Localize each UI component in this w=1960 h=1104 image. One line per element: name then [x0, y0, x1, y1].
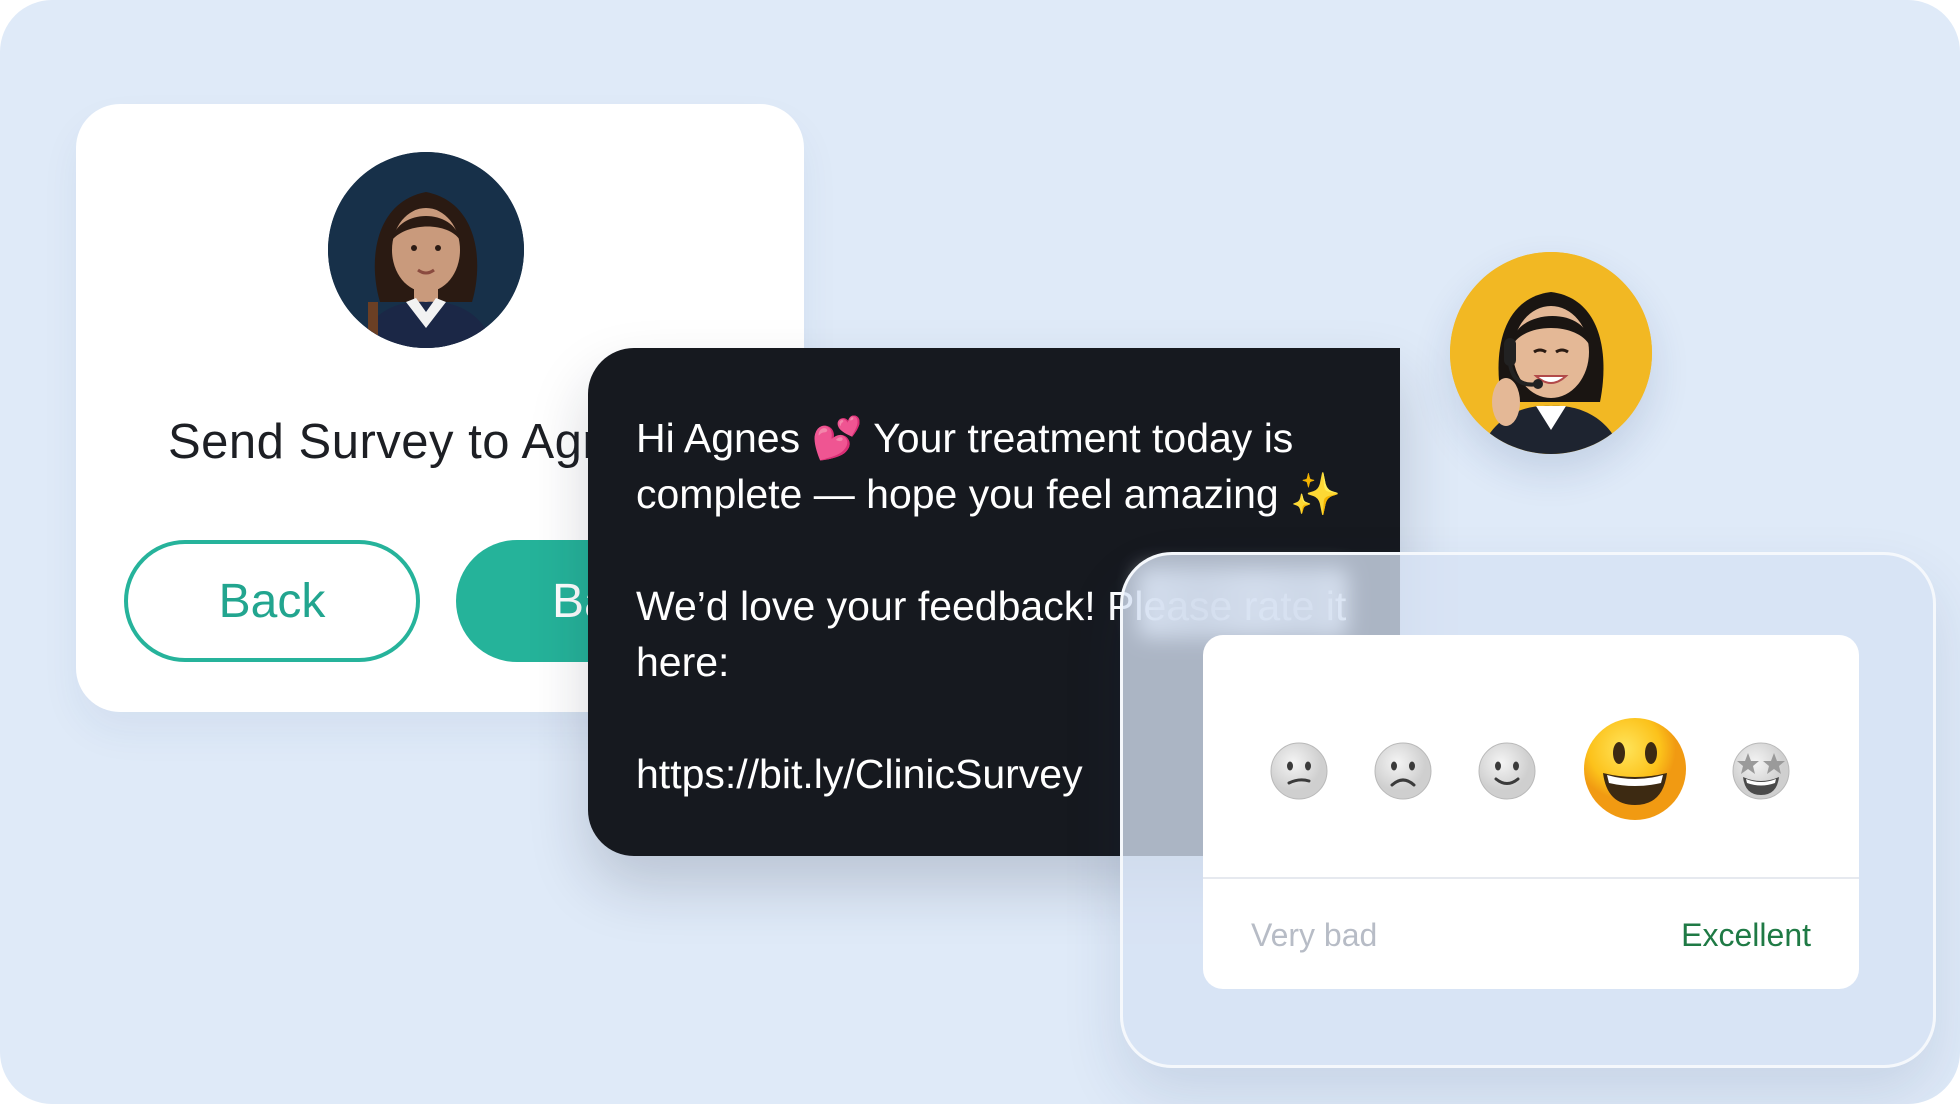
rating-faces: [1203, 715, 1859, 825]
star-struck-face-icon[interactable]: [1729, 741, 1793, 801]
rating-card: Very bad Excellent: [1203, 635, 1859, 989]
rating-divider: [1203, 877, 1859, 879]
patient-avatar: [328, 152, 524, 348]
back-button[interactable]: Back: [124, 540, 420, 662]
support-agent-avatar: [1450, 252, 1652, 454]
excellent-label: Excellent: [1681, 917, 1811, 953]
confused-face-icon[interactable]: [1269, 741, 1329, 801]
rating-panel: Very bad Excellent: [1120, 552, 1936, 1068]
sms-greeting: Hi Agnes 💕 Your treatment today is compl…: [636, 415, 1342, 517]
very-bad-label: Very bad: [1251, 917, 1378, 953]
slightly-smiling-face-icon[interactable]: [1477, 741, 1537, 801]
frowning-face-icon[interactable]: [1373, 741, 1433, 801]
stage: Send Survey to Agnes Back Back Hi Agnes …: [0, 0, 1960, 1104]
grinning-face-icon[interactable]: [1581, 715, 1689, 823]
